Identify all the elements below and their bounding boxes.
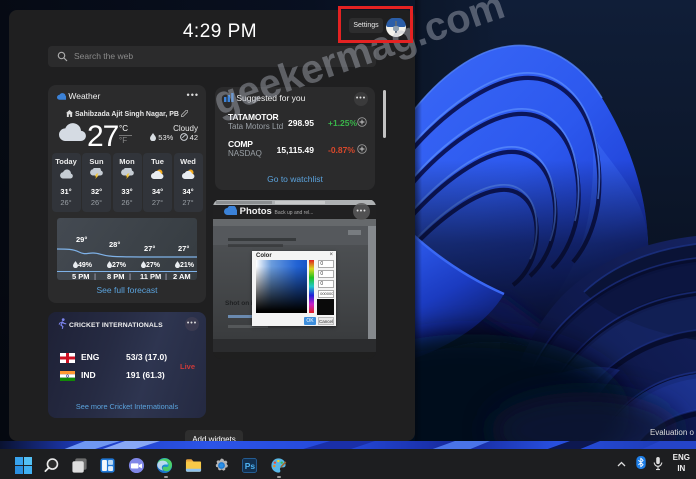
svg-text:Ps: Ps — [245, 461, 256, 471]
